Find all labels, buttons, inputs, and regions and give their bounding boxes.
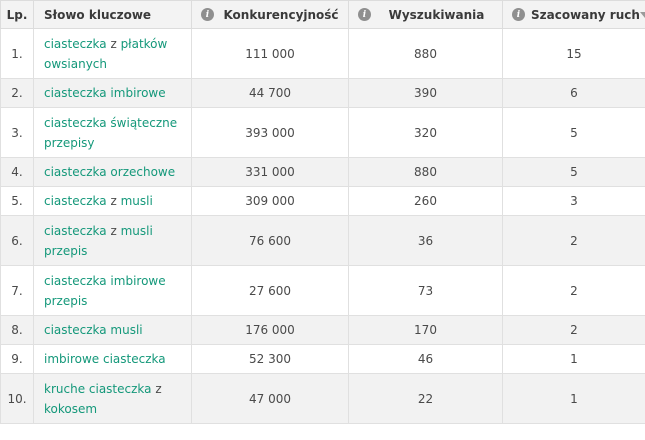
row-number: 5. [0, 186, 34, 216]
keyword-cell: ciasteczka imbirowe [33, 78, 192, 108]
traffic-cell: 2 [502, 315, 645, 345]
column-header-traffic[interactable]: i Szacowany ruch [502, 0, 645, 29]
searches-cell: 22 [348, 373, 503, 424]
searches-cell: 46 [348, 344, 503, 374]
row-number: 10. [0, 373, 34, 424]
keyword-cell: ciasteczka z musli [33, 186, 192, 216]
keyword-link[interactable]: kruche ciasteczka [44, 382, 152, 396]
keyword-cell: ciasteczka orzechowe [33, 157, 192, 187]
sort-desc-icon[interactable] [639, 11, 645, 18]
row-number: 6. [0, 215, 34, 266]
column-header-traffic-label: Szacowany ruch [531, 7, 640, 22]
keyword-cell: ciasteczka imbirowe przepis [33, 265, 192, 316]
keyword-link[interactable]: imbirowe ciasteczka [44, 352, 166, 366]
keyword-link[interactable]: ciasteczka orzechowe [44, 165, 175, 179]
traffic-cell: 3 [502, 186, 645, 216]
competition-cell: 176 000 [191, 315, 349, 345]
table-row: 4. ciasteczka orzechowe 331 000 880 5 [0, 157, 645, 187]
searches-cell: 170 [348, 315, 503, 345]
keyword-link[interactable]: ciasteczka świąteczne przepisy [44, 116, 177, 150]
keyword-link[interactable]: kokosem [44, 402, 97, 416]
competition-cell: 331 000 [191, 157, 349, 187]
traffic-cell: 6 [502, 78, 645, 108]
keyword-link[interactable]: ciasteczka [44, 224, 107, 238]
keyword-cell: ciasteczka świąteczne przepisy [33, 107, 192, 158]
row-number: 1. [0, 28, 34, 79]
keyword-cell: ciasteczka z płatków owsianych [33, 28, 192, 79]
keyword-cell: ciasteczka z musli przepis [33, 215, 192, 266]
column-header-searches[interactable]: i Wyszukiwania [348, 0, 503, 29]
column-header-searches-label: Wyszukiwania [388, 7, 485, 22]
competition-cell: 76 600 [191, 215, 349, 266]
keyword-cell: ciasteczka musli [33, 315, 192, 345]
table-body: 1. ciasteczka z płatków owsianych 111 00… [0, 28, 645, 424]
competition-cell: 393 000 [191, 107, 349, 158]
table-row: 10. kruche ciasteczka z kokosem 47 000 2… [0, 373, 645, 424]
table-row: 2. ciasteczka imbirowe 44 700 390 6 [0, 78, 645, 108]
keyword-cell: kruche ciasteczka z kokosem [33, 373, 192, 424]
table-row: 1. ciasteczka z płatków owsianych 111 00… [0, 28, 645, 79]
column-header-competition-label: Konkurencyjność [223, 7, 339, 22]
traffic-cell: 1 [502, 373, 645, 424]
traffic-cell: 1 [502, 344, 645, 374]
keyword-link[interactable]: ciasteczka musli [44, 323, 143, 337]
row-number: 4. [0, 157, 34, 187]
table-row: 5. ciasteczka z musli 309 000 260 3 [0, 186, 645, 216]
column-header-keyword[interactable]: Słowo kluczowe [33, 0, 192, 29]
competition-cell: 52 300 [191, 344, 349, 374]
keyword-table: Lp. Słowo kluczowe i Konkurencyjność i W… [0, 0, 645, 424]
keyword-text: z [151, 381, 162, 396]
keyword-text: z [106, 194, 121, 208]
traffic-cell: 2 [502, 265, 645, 316]
keyword-link[interactable]: ciasteczka [44, 37, 107, 51]
column-header-lp-label: Lp. [6, 7, 28, 22]
traffic-cell: 5 [502, 157, 645, 187]
table-row: 3. ciasteczka świąteczne przepisy 393 00… [0, 107, 645, 158]
keyword-text: z [106, 36, 121, 51]
table-row: 7. ciasteczka imbirowe przepis 27 600 73… [0, 265, 645, 316]
column-header-lp: Lp. [0, 0, 34, 29]
competition-cell: 27 600 [191, 265, 349, 316]
traffic-cell: 5 [502, 107, 645, 158]
table-header: Lp. Słowo kluczowe i Konkurencyjność i W… [0, 0, 645, 29]
competition-cell: 309 000 [191, 186, 349, 216]
info-icon[interactable]: i [358, 8, 371, 21]
table-row: 9. imbirowe ciasteczka 52 300 46 1 [0, 344, 645, 374]
row-number: 9. [0, 344, 34, 374]
row-number: 3. [0, 107, 34, 158]
table-row: 6. ciasteczka z musli przepis 76 600 36 … [0, 215, 645, 266]
searches-cell: 260 [348, 186, 503, 216]
searches-cell: 73 [348, 265, 503, 316]
competition-cell: 47 000 [191, 373, 349, 424]
row-number: 7. [0, 265, 34, 316]
searches-cell: 36 [348, 215, 503, 266]
keyword-link[interactable]: ciasteczka [44, 194, 107, 208]
searches-cell: 880 [348, 157, 503, 187]
traffic-cell: 15 [502, 28, 645, 79]
keyword-link[interactable]: musli [121, 194, 153, 208]
searches-cell: 390 [348, 78, 503, 108]
info-icon[interactable]: i [512, 8, 525, 21]
keyword-cell: imbirowe ciasteczka [33, 344, 192, 374]
keyword-text: z [106, 223, 121, 238]
row-number: 8. [0, 315, 34, 345]
competition-cell: 111 000 [191, 28, 349, 79]
traffic-cell: 2 [502, 215, 645, 266]
row-number: 2. [0, 78, 34, 108]
keyword-link[interactable]: ciasteczka imbirowe przepis [44, 274, 166, 308]
searches-cell: 880 [348, 28, 503, 79]
keyword-link[interactable]: ciasteczka imbirowe [44, 86, 166, 100]
info-icon[interactable]: i [201, 8, 214, 21]
searches-cell: 320 [348, 107, 503, 158]
column-header-competition[interactable]: i Konkurencyjność [191, 0, 349, 29]
column-header-keyword-label: Słowo kluczowe [44, 7, 152, 22]
competition-cell: 44 700 [191, 78, 349, 108]
table-row: 8. ciasteczka musli 176 000 170 2 [0, 315, 645, 345]
